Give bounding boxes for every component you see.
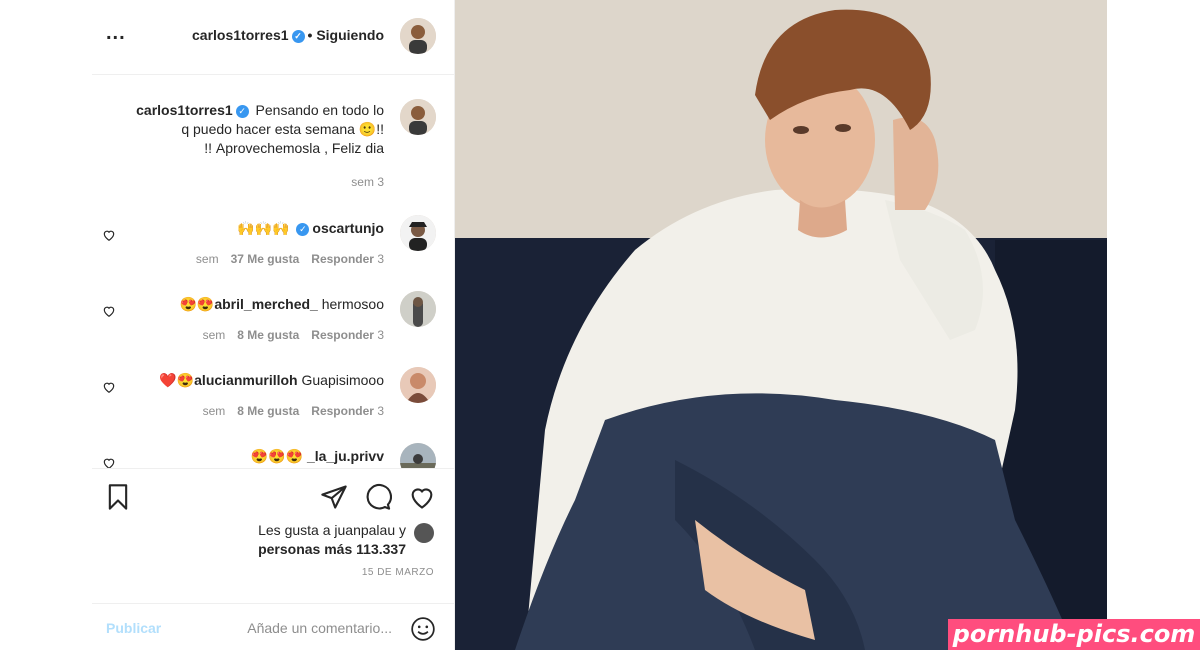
comment-body: la_ju.privv_ 😍😍😍 bbox=[134, 447, 384, 466]
comment-body: alucianmurilloh Guapisimooo😍❤️ bbox=[134, 371, 384, 390]
heart-icon[interactable] bbox=[408, 483, 436, 511]
add-comment-bar: Añade un comentario... Publicar bbox=[92, 603, 454, 652]
comments-list[interactable]: carlos1torres1 ✓ Pensando en todo lo q pu… bbox=[92, 75, 454, 468]
post-image bbox=[455, 0, 1107, 650]
comment-username[interactable]: alucianmurilloh bbox=[194, 372, 297, 388]
comment-text: 😍😍😍 bbox=[250, 448, 304, 464]
reply-button[interactable]: Responder bbox=[311, 404, 374, 418]
comment-likes[interactable]: 8 Me gusta bbox=[237, 328, 299, 342]
comment-meta: 3 sem8 Me gusta Responder bbox=[191, 404, 384, 418]
comment-body: oscartunjo✓ 🙌🙌🙌 bbox=[134, 219, 384, 238]
verified-badge-icon: ✓ bbox=[235, 104, 249, 118]
bookmark-icon[interactable] bbox=[104, 483, 132, 511]
share-icon[interactable] bbox=[320, 483, 348, 511]
comment-text: 🙌🙌🙌 bbox=[237, 220, 290, 236]
header-user: carlos1torres1 ✓ • Siguiendo bbox=[192, 27, 384, 43]
likes-count[interactable]: 113.337 personas más bbox=[258, 540, 406, 559]
verified-badge-icon: ✓ bbox=[291, 29, 305, 43]
caption-text: carlos1torres1 ✓ Pensando en todo lo q pu… bbox=[134, 101, 384, 158]
post-actions: Les gusta a juanpalau y 113.337 personas… bbox=[92, 468, 454, 651]
post-date[interactable]: 15 DE MARZO bbox=[362, 567, 434, 578]
comment-meta: 3 sem8 Me gusta Responder bbox=[191, 328, 384, 342]
verified-badge-icon: ✓ bbox=[296, 222, 310, 236]
likes-line-1[interactable]: Les gusta a juanpalau y bbox=[258, 521, 406, 540]
heart-icon[interactable] bbox=[102, 380, 116, 394]
comment-username[interactable]: carlos1torres1 bbox=[136, 102, 233, 118]
watermark: pornhub-pics.com bbox=[948, 619, 1200, 650]
heart-icon[interactable] bbox=[102, 304, 116, 318]
heart-icon[interactable] bbox=[102, 228, 116, 242]
heart-icon[interactable] bbox=[102, 456, 116, 468]
comment-icon[interactable] bbox=[364, 483, 392, 511]
username-link[interactable]: carlos1torres1 bbox=[192, 27, 289, 43]
post-photo[interactable] bbox=[455, 0, 1107, 650]
likes-summary: Les gusta a juanpalau y 113.337 personas… bbox=[258, 521, 434, 559]
comment-likes[interactable]: 37 Me gusta bbox=[231, 252, 300, 266]
emoji-icon[interactable] bbox=[410, 616, 436, 642]
post-header: carlos1torres1 ✓ • Siguiendo ... bbox=[92, 0, 454, 75]
avatar[interactable] bbox=[400, 367, 436, 403]
publish-button[interactable]: Publicar bbox=[106, 620, 161, 636]
reply-button[interactable]: Responder bbox=[311, 328, 374, 342]
post-comments-panel: carlos1torres1 ✓ • Siguiendo ... carlos1to… bbox=[92, 0, 455, 650]
avatar[interactable] bbox=[400, 99, 436, 135]
comment-time[interactable]: 3 sem bbox=[351, 175, 384, 189]
avatar[interactable] bbox=[414, 523, 434, 543]
reply-button[interactable]: Responder bbox=[311, 252, 374, 266]
separator: • bbox=[307, 27, 313, 43]
avatar[interactable] bbox=[400, 215, 436, 251]
ellipsis-icon[interactable]: ... bbox=[106, 22, 126, 45]
comment-meta: 3 sem37 Me gusta Responder bbox=[184, 252, 384, 266]
comment-input[interactable]: Añade un comentario... bbox=[247, 620, 392, 636]
comment-body: abril_merched_ hermosoo😍😍 bbox=[134, 295, 384, 314]
avatar[interactable] bbox=[400, 291, 436, 327]
comment-username[interactable]: la_ju.privv_ bbox=[307, 448, 384, 464]
comment-username[interactable]: oscartunjo bbox=[312, 220, 384, 236]
comment-username[interactable]: abril_merched_ bbox=[214, 296, 318, 312]
comment-likes[interactable]: 8 Me gusta bbox=[237, 404, 299, 418]
avatar[interactable] bbox=[400, 18, 436, 54]
follow-status[interactable]: Siguiendo bbox=[316, 27, 384, 43]
comment-meta: 3 sem bbox=[339, 175, 384, 189]
avatar[interactable] bbox=[400, 443, 436, 468]
